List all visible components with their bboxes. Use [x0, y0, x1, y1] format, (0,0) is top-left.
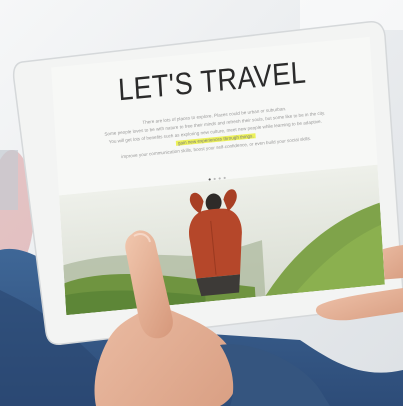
tablet-screen: LET'S TRAVEL There are lots of places to… [51, 36, 385, 316]
intro-paragraph: There are lots of places to explore. Pla… [77, 99, 354, 165]
